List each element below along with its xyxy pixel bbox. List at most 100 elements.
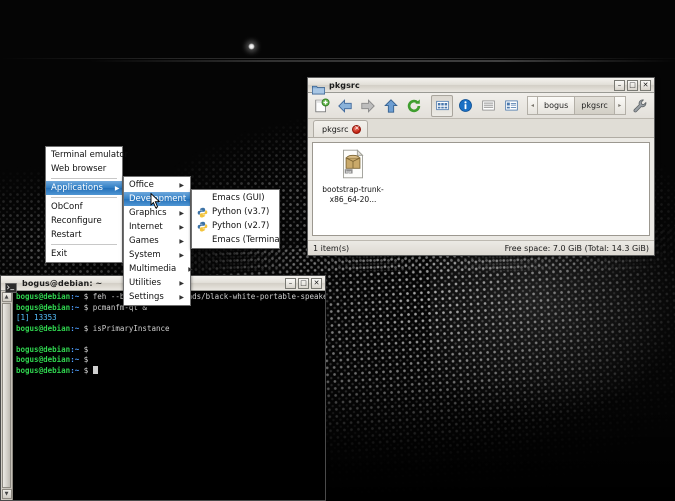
- menu-icon-placeholder: [197, 193, 208, 204]
- up-button[interactable]: [380, 95, 402, 117]
- back-button[interactable]: [334, 95, 356, 117]
- reload-button[interactable]: [403, 95, 425, 117]
- detailed-list-button[interactable]: [500, 95, 522, 117]
- chevron-right-icon: ▶: [179, 237, 184, 245]
- breadcrumb-item-pkgsrc[interactable]: pkgsrc: [575, 96, 615, 115]
- menu-item-label: Exit: [51, 249, 68, 259]
- menu-item-utilities[interactable]: Utilities ▶: [124, 276, 190, 290]
- terminal-body: ▲ ▼ bogus@debian:~ $ feh --bg-scale Down…: [1, 291, 325, 500]
- file-manager-file-view[interactable]: tgz bootstrap-trunk-x86_64-20...: [312, 142, 650, 236]
- chevron-right-icon: ▶: [179, 279, 184, 287]
- file-manager-toolbar[interactable]: ◂ bogus pkgsrc ▸: [308, 93, 654, 119]
- menu-item-internet[interactable]: Internet ▶: [124, 220, 190, 234]
- python-icon: [197, 207, 208, 218]
- menu-item-label: Reconfigure: [51, 216, 102, 226]
- menu-item-web-browser[interactable]: Web browser: [46, 162, 122, 176]
- chevron-right-icon: ▶: [179, 251, 184, 259]
- forward-button[interactable]: [357, 95, 379, 117]
- terminal-window-controls[interactable]: – □ ✕: [285, 277, 323, 289]
- info-button[interactable]: [454, 95, 476, 117]
- python-icon: [197, 221, 208, 232]
- menu-item-label: Utilities: [129, 278, 161, 288]
- maximize-button[interactable]: □: [627, 79, 638, 91]
- menu-item-label: Office: [129, 180, 154, 190]
- chevron-right-icon: ▶: [179, 293, 184, 301]
- icon-view-button[interactable]: [431, 94, 453, 117]
- menu-item-office[interactable]: Office ▶: [124, 178, 190, 192]
- terminal-scrollbar[interactable]: ▲ ▼: [1, 291, 13, 500]
- menu-item-multimedia[interactable]: Multimedia ▶: [124, 262, 193, 276]
- terminal-prompt-user: bogus@debian: [16, 344, 71, 354]
- breadcrumb-item-bogus[interactable]: bogus: [538, 96, 576, 115]
- file-manager-statusbar: 1 item(s) Free space: 7.0 GiB (Total: 14…: [308, 240, 654, 255]
- file-manager-title: pkgsrc: [329, 80, 360, 90]
- compact-view-button[interactable]: [477, 95, 499, 117]
- menu-item-obconf[interactable]: ObConf: [46, 200, 122, 214]
- menu-item-applications[interactable]: Applications ▶: [46, 181, 122, 195]
- terminal-title: bogus@debian: ~: [22, 278, 103, 288]
- tab-close-icon[interactable]: ✕: [352, 124, 362, 134]
- breadcrumb[interactable]: ◂ bogus pkgsrc ▸: [527, 96, 626, 116]
- menu-separator: [51, 244, 117, 245]
- wrench-icon[interactable]: [629, 95, 651, 117]
- scroll-up-icon[interactable]: ▲: [1, 292, 12, 302]
- root-menu[interactable]: Terminal emulator Web browser Applications…: [45, 146, 128, 263]
- menu-item-label: Games: [129, 236, 159, 246]
- tab-pkgsrc[interactable]: pkgsrc ✕: [313, 120, 369, 137]
- breadcrumb-scroll-right-icon[interactable]: ▸: [614, 96, 626, 115]
- menu-item-restart[interactable]: Restart: [46, 228, 122, 242]
- file-item[interactable]: tgz bootstrap-trunk-x86_64-20...: [322, 149, 384, 204]
- tab-label: pkgsrc: [322, 124, 349, 134]
- terminal-icon: [5, 278, 18, 293]
- menu-icon-placeholder: [197, 235, 208, 246]
- close-button[interactable]: ✕: [640, 79, 651, 91]
- development-submenu[interactable]: Emacs (GUI) Python (v3.7) Python (v2.7) Ema…: [191, 189, 285, 249]
- terminal-prompt-user: bogus@debian: [16, 365, 71, 375]
- status-item-count: 1 item(s): [313, 243, 350, 253]
- svg-text:tgz: tgz: [346, 170, 352, 174]
- terminal-command: isPrimaryInstance: [92, 323, 170, 333]
- file-manager-window[interactable]: pkgsrc – □ ✕ ◂ bogus pkgsrc ▸ pkgsrc ✕ t…: [307, 77, 655, 256]
- menu-item-label: Graphics: [129, 208, 167, 218]
- terminal-window[interactable]: bogus@debian: ~ – □ ✕ ▲ ▼ bogus@debian:~…: [0, 275, 326, 501]
- menu-item-reconfigure[interactable]: Reconfigure: [46, 214, 122, 228]
- minimize-button[interactable]: –: [614, 79, 625, 91]
- breadcrumb-scroll-left-icon[interactable]: ◂: [527, 96, 538, 115]
- file-manager-titlebar[interactable]: pkgsrc – □ ✕: [308, 78, 654, 94]
- file-manager-tabbar[interactable]: pkgsrc ✕: [308, 119, 654, 138]
- menu-item-games[interactable]: Games ▶: [124, 234, 190, 248]
- menu-item-emacs-terminal[interactable]: Emacs (Terminal): [192, 233, 285, 247]
- minimize-button[interactable]: –: [285, 277, 296, 289]
- terminal-line: [1] 13353: [16, 313, 323, 324]
- menu-item-label: Multimedia: [129, 264, 177, 274]
- menu-separator: [51, 197, 117, 198]
- wallpaper-edge-lower: [90, 60, 675, 62]
- new-tab-button[interactable]: [311, 95, 333, 117]
- file-manager-window-controls[interactable]: – □ ✕: [614, 79, 652, 91]
- chevron-right-icon: ▶: [188, 265, 193, 273]
- scroll-down-icon[interactable]: ▼: [1, 489, 12, 499]
- menu-item-python-v2-7[interactable]: Python (v2.7): [192, 219, 279, 233]
- terminal-screen[interactable]: bogus@debian:~ $ feh --bg-scale Download…: [13, 291, 325, 500]
- file-manager-body: ◂ bogus pkgsrc ▸ pkgsrc ✕ tgz bootstrap-…: [308, 93, 654, 255]
- menu-item-label: System: [129, 250, 161, 260]
- menu-item-label: Emacs (GUI): [212, 193, 265, 203]
- wallpaper-edge-upper: [0, 58, 675, 59]
- menu-item-settings[interactable]: Settings ▶: [124, 290, 190, 304]
- menu-item-label: Applications: [51, 183, 103, 193]
- terminal-prompt-path: :~: [70, 355, 80, 364]
- terminal-prompt-symbol: $: [79, 365, 93, 375]
- menu-item-terminal-emulator[interactable]: Terminal emulator: [46, 148, 128, 162]
- menu-item-system[interactable]: System ▶: [124, 248, 190, 262]
- menu-item-label: Emacs (Terminal): [212, 235, 286, 245]
- menu-item-emacs-gui[interactable]: Emacs (GUI): [192, 191, 279, 205]
- terminal-prompt-symbol: $: [79, 292, 93, 301]
- menu-item-python-v3-7[interactable]: Python (v3.7): [192, 205, 279, 219]
- maximize-button[interactable]: □: [298, 277, 309, 289]
- menu-item-label: Internet: [129, 222, 163, 232]
- terminal-prompt-path: :~: [70, 302, 80, 312]
- close-button[interactable]: ✕: [311, 277, 322, 289]
- scrollbar-thumb[interactable]: [2, 303, 11, 488]
- menu-item-exit[interactable]: Exit: [46, 247, 122, 261]
